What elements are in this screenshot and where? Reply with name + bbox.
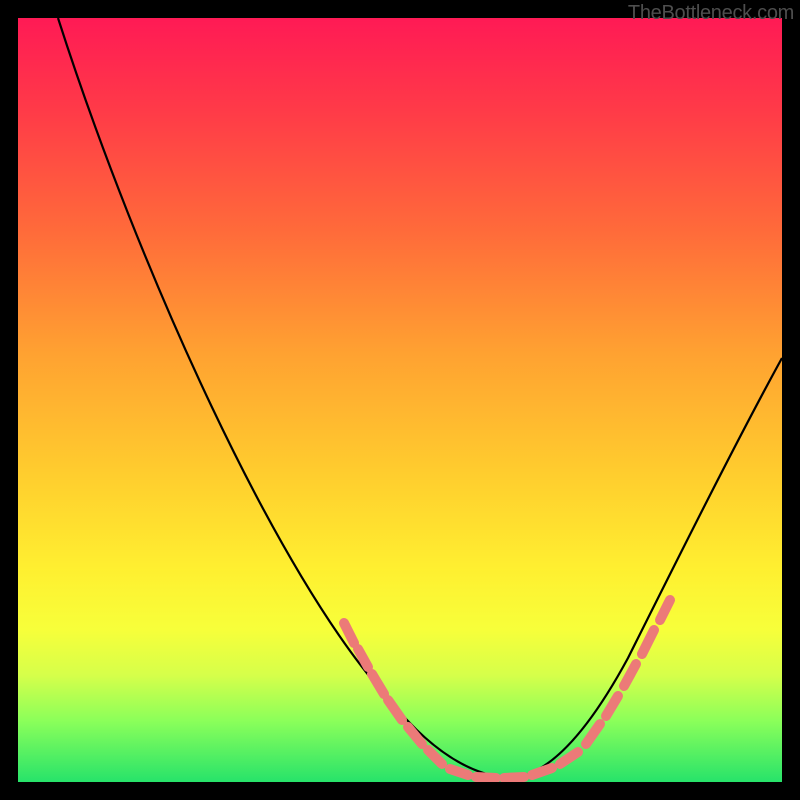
pink-dashes-bottom [450,752,578,778]
plot-area [18,18,782,782]
chart-container: TheBottleneck.com [0,0,800,800]
bottleneck-curve [58,18,782,778]
watermark-text: TheBottleneck.com [628,2,794,25]
pink-dashes-left [344,623,442,764]
pink-dashes-right [586,600,670,744]
curve-svg [18,18,782,782]
